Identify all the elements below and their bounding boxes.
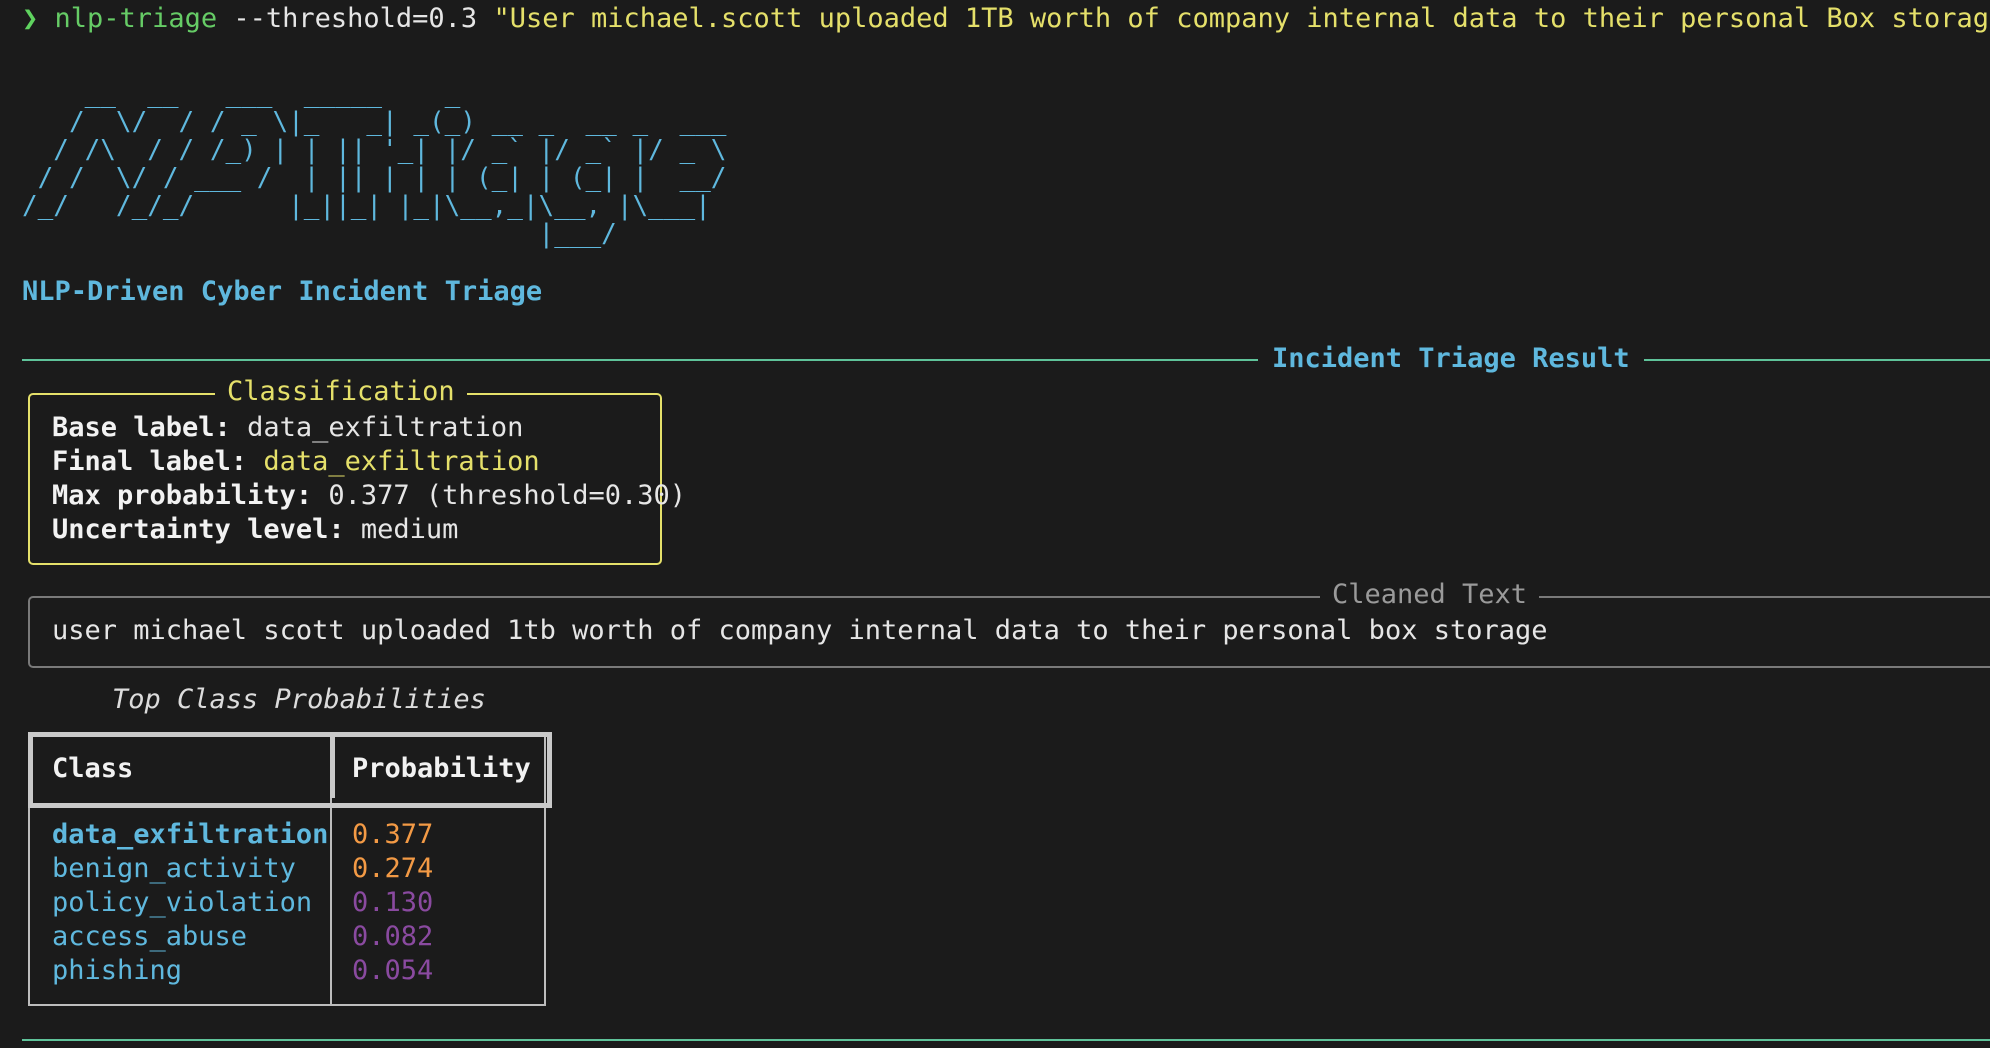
uncertainty-key: Uncertainty level:: [52, 514, 345, 545]
table-caption: Top Class Probabilities: [112, 684, 486, 715]
cleaned-text-title: Cleaned Text: [1320, 578, 1540, 612]
uncertainty-row: Uncertainty level: medium: [52, 513, 458, 547]
command-program: nlp-triage: [54, 3, 218, 34]
classification-title: Classification: [215, 375, 467, 409]
final-label-key: Final label:: [52, 446, 248, 477]
cleaned-text: user michael scott uploaded 1tb worth of…: [52, 615, 1548, 646]
result-rule: [22, 359, 1990, 361]
probability-cell: 0.082: [352, 921, 434, 952]
base-label-row: Base label: data_exfiltration: [52, 411, 523, 445]
command-option: --threshold=0.3: [233, 3, 478, 34]
command-line: ❯ nlp-triage --threshold=0.3 "User micha…: [22, 2, 1990, 36]
class-cell: data_exfiltration: [52, 819, 329, 850]
final-label-row: Final label: data_exfiltration: [52, 445, 540, 479]
bottom-rule: [22, 1039, 1990, 1041]
terminal: ❯ nlp-triage --threshold=0.3 "User micha…: [22, 0, 1990, 1048]
header-probability: Probability: [352, 753, 531, 784]
classification-panel: Classification Base label: data_exfiltra…: [28, 375, 686, 565]
uncertainty-value: medium: [360, 514, 459, 545]
max-prob-value: 0.377 (threshold=0.30): [328, 480, 686, 511]
probability-cell: 0.377: [352, 819, 434, 850]
cleaned-text-panel: Cleaned Text user michael scott uploaded…: [28, 578, 1990, 668]
max-prob-row: Max probability: 0.377 (threshold=0.30): [52, 479, 686, 513]
probability-cell: 0.054: [352, 955, 434, 986]
probability-cell: 0.274: [352, 853, 434, 884]
command-argument: "User michael.scott uploaded 1TB worth o…: [493, 3, 1990, 34]
ascii-logo: __ __ ___ _____ _ / \/ / / _ \|_ _| _(_)…: [22, 79, 727, 249]
class-cell: policy_violation: [52, 887, 313, 918]
header-class: Class: [52, 753, 134, 784]
probability-cell: 0.130: [352, 887, 434, 918]
base-label-value: data_exfiltration: [247, 412, 524, 443]
header-divider: [330, 732, 335, 798]
result-rule-title: Incident Triage Result: [1258, 342, 1644, 376]
prompt-symbol: ❯: [22, 3, 39, 34]
subtitle: NLP-Driven Cyber Incident Triage: [22, 276, 543, 307]
base-label-key: Base label:: [52, 412, 231, 443]
probability-table: Class Probability data_exfiltration 0.37…: [28, 732, 552, 1006]
final-label-value: data_exfiltration: [263, 446, 540, 477]
max-prob-key: Max probability:: [52, 480, 313, 511]
class-cell: access_abuse: [52, 921, 248, 952]
class-cell: phishing: [52, 955, 183, 986]
class-cell: benign_activity: [52, 853, 296, 884]
